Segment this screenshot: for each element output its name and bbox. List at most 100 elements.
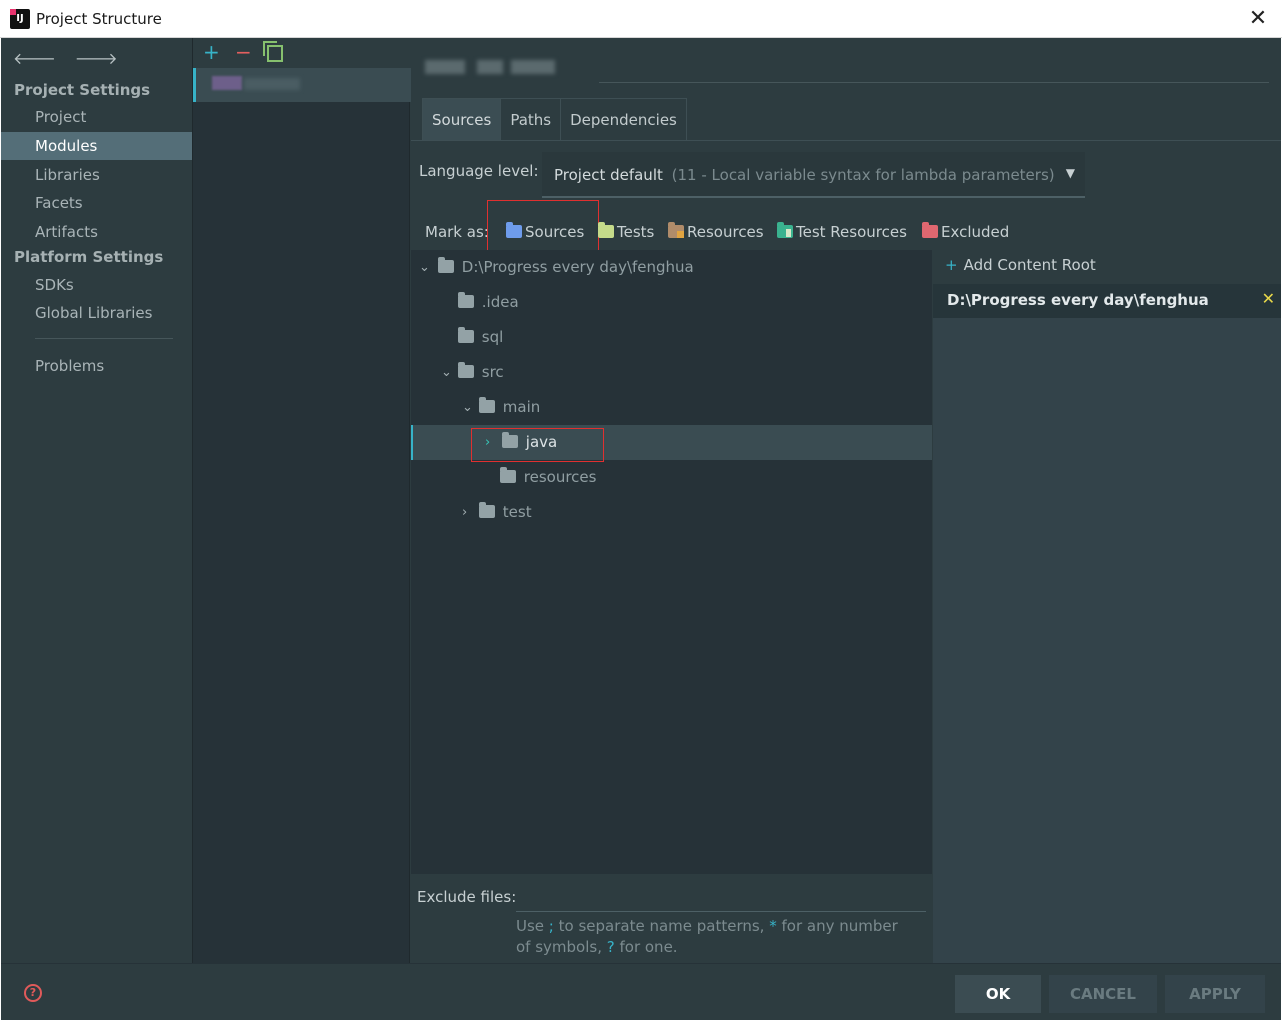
nav-item-artifacts[interactable]: Artifacts (1, 218, 192, 246)
exclude-files-label: Exclude files: (417, 888, 517, 906)
folder-icon (458, 292, 474, 308)
tab-dependencies[interactable]: Dependencies (561, 99, 686, 141)
nav-item-libraries[interactable]: Libraries (1, 161, 192, 189)
language-level-label: Language level: (419, 162, 539, 180)
add-module-icon[interactable]: + (203, 42, 220, 62)
tree-row-src[interactable]: ⌄ src (411, 355, 932, 390)
test-resources-folder-icon (777, 222, 793, 238)
tree-label-src: src (481, 363, 504, 381)
tree-node-test: test (479, 495, 532, 530)
folder-icon (479, 502, 495, 518)
chevron-down-icon[interactable]: ⌄ (441, 355, 452, 390)
add-content-root-label: Add Content Root (963, 256, 1096, 274)
copy-module-icon[interactable] (263, 41, 283, 62)
mark-test-resources-button[interactable]: Test Resources (777, 222, 907, 241)
module-list-item[interactable] (193, 68, 411, 102)
tests-folder-icon (598, 222, 614, 238)
tree-row-test[interactable]: › test (411, 495, 932, 530)
tree-row-root[interactable]: ⌄ D:\Progress every day\fenghua (411, 250, 932, 285)
platform-settings-header: Platform Settings (14, 248, 164, 266)
tree-node-root: D:\Progress every day\fenghua (438, 250, 694, 285)
blurred-module-name (244, 78, 300, 90)
content-roots-panel: + Add Content Root D:\Progress every day\… (933, 250, 1281, 963)
dialog-body: 🡐 🡒 Project Settings Project Modules Lib… (1, 38, 1281, 1020)
mark-test-resources-label: Test Resources (796, 223, 907, 241)
nav-item-sdks[interactable]: SDKs (1, 271, 192, 299)
window-title: Project Structure (36, 10, 162, 28)
hint-single: ? (606, 938, 615, 956)
hint-text: for one. (614, 938, 678, 956)
content-root-row[interactable]: D:\Progress every day\fenghua ✕ (933, 284, 1281, 318)
folder-icon (479, 397, 495, 413)
language-level-detail: (11 - Local variable syntax for lambda p… (671, 166, 1055, 184)
dropdown-arrow-icon: ▼ (1065, 166, 1075, 180)
tree-node-idea: .idea (458, 285, 519, 320)
forward-arrow-icon[interactable]: 🡒 (75, 48, 118, 68)
nav-item-facets[interactable]: Facets (1, 189, 192, 217)
mark-resources-button[interactable]: Resources (668, 222, 764, 241)
nav-item-global-libraries[interactable]: Global Libraries (1, 299, 192, 327)
intellij-logo-icon: IJ (10, 9, 30, 29)
tree-node-main: main (479, 390, 540, 425)
tab-paths[interactable]: Paths (501, 99, 562, 141)
remove-module-icon[interactable]: − (235, 42, 252, 62)
language-level-select[interactable]: Project default (11 - Local variable syn… (542, 152, 1085, 198)
cancel-button[interactable]: CANCEL (1049, 975, 1157, 1013)
content-root-details (933, 318, 1281, 963)
chevron-down-icon[interactable]: ⌄ (419, 250, 430, 285)
tree-row-main[interactable]: ⌄ main (411, 390, 932, 425)
tree-row-sql[interactable]: sql (411, 320, 932, 355)
tree-row-idea[interactable]: .idea (411, 285, 932, 320)
chevron-down-icon[interactable]: ⌄ (462, 390, 473, 425)
close-button[interactable]: ✕ (1246, 7, 1270, 31)
tabs-divider (411, 140, 1281, 141)
back-arrow-icon[interactable]: 🡐 (13, 48, 56, 68)
settings-nav: 🡐 🡒 Project Settings Project Modules Lib… (1, 38, 192, 963)
tree-label-main: main (502, 398, 541, 416)
tree-node-src: src (458, 355, 504, 390)
highlight-box-sources (487, 200, 599, 251)
dialog-footer: ? OK CANCEL APPLY (1, 963, 1281, 1020)
excluded-folder-icon (922, 222, 938, 238)
ok-button[interactable]: OK (955, 975, 1041, 1013)
tree-label-root: D:\Progress every day\fenghua (461, 258, 694, 276)
module-tabs: Sources Paths Dependencies (422, 98, 687, 141)
tree-row-resources[interactable]: resources (411, 460, 932, 495)
mark-as-label: Mark as: (425, 223, 489, 241)
plus-icon: + (945, 256, 958, 274)
history-arrows: 🡐 🡒 (13, 48, 132, 68)
mark-tests-button[interactable]: Tests (598, 222, 655, 241)
hint-text: to separate name patterns, (553, 917, 770, 935)
exclude-files-hint: Use ; to separate name patterns, * for a… (516, 916, 916, 958)
remove-root-icon[interactable]: ✕ (1262, 289, 1275, 308)
nav-item-modules[interactable]: Modules (1, 132, 192, 160)
add-content-root-button[interactable]: + Add Content Root (945, 256, 1096, 274)
language-level-value: Project default (11 - Local variable syn… (554, 166, 1055, 184)
folder-icon (458, 362, 474, 378)
mark-resources-label: Resources (687, 223, 764, 241)
nav-item-problems[interactable]: Problems (1, 352, 192, 380)
tree-node-resources: resources (500, 460, 596, 495)
nav-item-project[interactable]: Project (1, 103, 192, 131)
tree-label-sql: sql (481, 328, 504, 346)
module-settings-panel: Sources Paths Dependencies Language leve… (411, 38, 1281, 963)
hint-wildcard: * (769, 917, 777, 935)
hint-text: Use (516, 917, 549, 935)
folder-icon (458, 327, 474, 343)
tab-sources[interactable]: Sources (423, 99, 502, 141)
mark-tests-label: Tests (617, 223, 655, 241)
project-settings-header: Project Settings (14, 81, 151, 99)
folder-icon (500, 467, 516, 483)
chevron-right-icon[interactable]: › (462, 495, 467, 530)
tree-node-sql: sql (458, 320, 503, 355)
module-toolbar: + − (193, 38, 411, 68)
blurred-module-icon (212, 76, 242, 90)
title-bar: IJ Project Structure ✕ (0, 0, 1282, 38)
folder-tree: ⌄ D:\Progress every day\fenghua .idea sq… (411, 250, 932, 874)
exclude-files-input[interactable] (516, 911, 926, 912)
help-icon[interactable]: ? (24, 984, 42, 1002)
apply-button[interactable]: APPLY (1165, 975, 1265, 1013)
module-list: + − (192, 38, 411, 963)
highlight-box-java (471, 428, 604, 462)
mark-excluded-button[interactable]: Excluded (922, 222, 1009, 241)
